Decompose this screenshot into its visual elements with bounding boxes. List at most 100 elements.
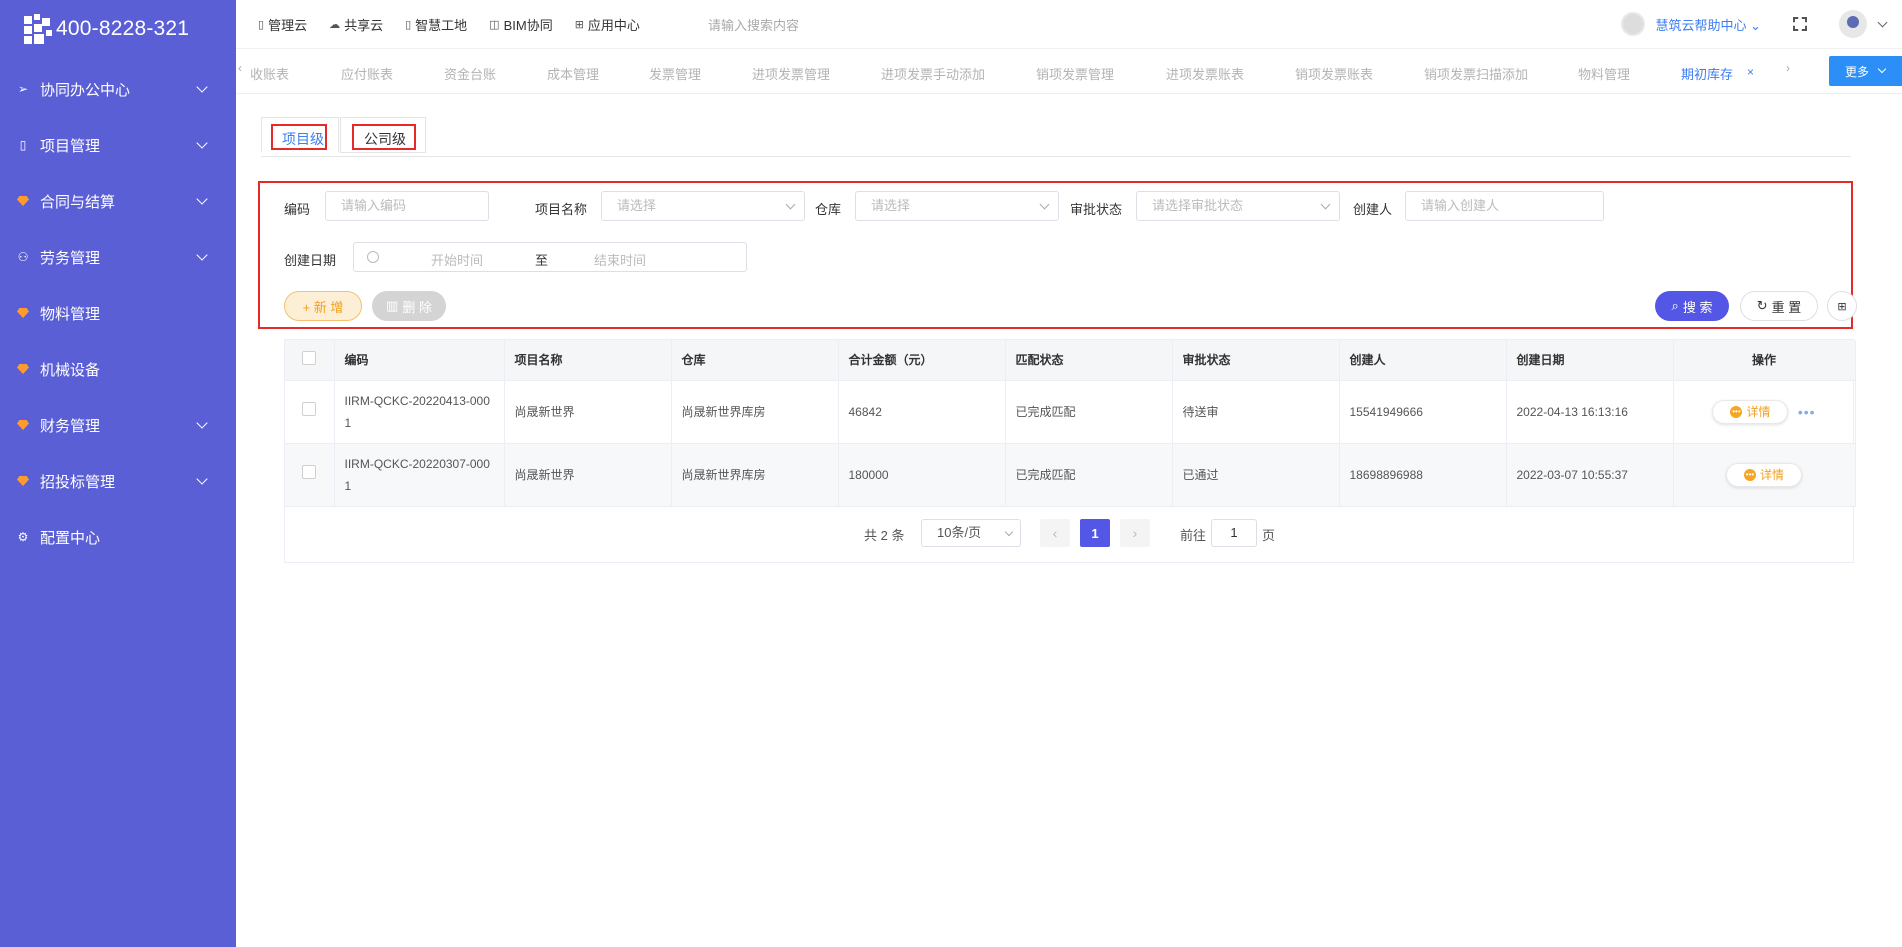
tab-company-level[interactable]: 公司级 xyxy=(340,117,426,153)
sidebar-item-label: 财务管理 xyxy=(40,417,101,435)
tab-output-invoice-scan[interactable]: 销项发票扫描添加 xyxy=(1424,64,1528,83)
sidebar-item-contract[interactable]: 合同与结算 xyxy=(0,173,236,229)
goto-label: 前往 xyxy=(1180,528,1207,543)
tab-input-invoice-manual[interactable]: 进项发票手动添加 xyxy=(881,64,985,83)
sidebar-item-project[interactable]: ▯ 项目管理 xyxy=(0,117,236,173)
sidebar-item-labor[interactable]: ⚇ 劳务管理 xyxy=(0,229,236,285)
tab-output-invoice[interactable]: 销项发票管理 xyxy=(1036,64,1114,83)
project-select-placeholder: 请选择 xyxy=(617,198,657,213)
tab-opening-stock[interactable]: 期初库存 xyxy=(1681,64,1733,83)
send-icon: ➢ xyxy=(17,82,29,96)
logo[interactable]: 400-8228-321 xyxy=(0,0,236,58)
more-button[interactable]: 更多 xyxy=(1829,56,1902,86)
cube-icon: ◫ xyxy=(489,18,500,31)
code-input[interactable]: 请输入编码 xyxy=(325,191,489,221)
fullscreen-icon[interactable] xyxy=(1793,17,1807,31)
tab-cost[interactable]: 成本管理 xyxy=(547,64,599,83)
detail-button[interactable]: ••• 详情 xyxy=(1726,462,1802,487)
tab-output-invoice-ledger[interactable]: 销项发票账表 xyxy=(1295,64,1373,83)
clock-icon xyxy=(367,251,379,263)
tab-project-level[interactable]: 项目级 xyxy=(261,117,339,153)
tab-payables[interactable]: 应付账表 xyxy=(341,64,393,83)
current-page[interactable]: 1 xyxy=(1080,519,1110,547)
tab-material[interactable]: 物料管理 xyxy=(1578,64,1630,83)
tab-input-invoice[interactable]: 进项发票管理 xyxy=(752,64,830,83)
project-select[interactable]: 请选择 xyxy=(601,191,805,221)
trash-icon: ▥ xyxy=(386,298,399,313)
cell-project: 尚晟新世界 xyxy=(504,380,672,444)
gem-icon xyxy=(16,418,30,432)
document-icon: ▯ xyxy=(258,18,265,31)
sidebar-item-config[interactable]: ⚙ 配置中心 xyxy=(0,509,236,565)
tab-funds[interactable]: 资金台账 xyxy=(444,64,496,83)
tab-invoice[interactable]: 发票管理 xyxy=(649,64,701,83)
search-label: 搜 索 xyxy=(1682,299,1713,315)
sidebar-item-machinery[interactable]: 机械设备 xyxy=(0,341,236,397)
avatar[interactable] xyxy=(1839,10,1867,38)
gem-icon xyxy=(16,194,30,208)
top-link-share[interactable]: ☁ 共享云 xyxy=(329,15,383,34)
add-button[interactable]: + 新 增 xyxy=(284,291,362,321)
creator-input[interactable]: 请输入创建人 xyxy=(1405,191,1604,221)
row-checkbox[interactable] xyxy=(302,464,317,479)
chevron-right-icon[interactable]: › xyxy=(1786,61,1790,75)
top-link-apps[interactable]: ⊞ 应用中心 xyxy=(575,15,640,34)
header-creator: 创建人 xyxy=(1339,340,1507,381)
column-settings-button[interactable]: ⊞ xyxy=(1827,291,1857,321)
page-size-select[interactable]: 10条/页 xyxy=(921,519,1021,547)
cell-action: ••• 详情 ••• xyxy=(1673,380,1856,444)
reset-button[interactable]: ↻ 重 置 xyxy=(1740,291,1818,321)
sidebar-item-finance[interactable]: 财务管理 xyxy=(0,397,236,453)
divider xyxy=(261,156,1851,157)
book-icon: ▯ xyxy=(405,18,412,31)
page-suffix: 页 xyxy=(1262,528,1276,543)
cell-amount: 46842 xyxy=(838,380,1006,444)
chevron-down-icon xyxy=(196,193,208,205)
pagination: 共 2 条 10条/页 ‹ 1 › 前往 1 页 xyxy=(284,515,1854,551)
top-link-management[interactable]: ▯ 管理云 xyxy=(258,15,307,34)
sidebar-item-bidding[interactable]: 招投标管理 xyxy=(0,453,236,509)
goto-page-input[interactable]: 1 xyxy=(1211,519,1257,547)
sidebar-item-office[interactable]: ➢ 协同办公中心 xyxy=(0,61,236,117)
sidebar-item-material[interactable]: 物料管理 xyxy=(0,285,236,341)
warehouse-select[interactable]: 请选择 xyxy=(855,191,1059,221)
project-label: 项目名称 xyxy=(535,202,588,217)
prev-page-button[interactable]: ‹ xyxy=(1040,519,1070,547)
search-icon: ⌕ xyxy=(1671,298,1679,313)
cell-approval: 待送审 xyxy=(1172,380,1340,444)
sidebar-item-label: 劳务管理 xyxy=(40,249,101,267)
delete-button[interactable]: ▥ 删 除 xyxy=(372,291,446,321)
chevron-left-icon[interactable]: ‹ xyxy=(238,61,242,75)
top-link-bim[interactable]: ◫ BIM协同 xyxy=(489,15,553,34)
select-all-checkbox[interactable] xyxy=(302,351,317,366)
page-size-value: 10条/页 xyxy=(937,525,982,540)
sidebar-item-label: 协同办公中心 xyxy=(40,81,131,99)
ellipsis-icon[interactable]: ••• xyxy=(1798,404,1816,420)
help-center-link[interactable]: 慧筑云帮助中心 ⌄ xyxy=(1655,15,1761,34)
warehouse-select-placeholder: 请选择 xyxy=(871,198,911,213)
sidebar-item-label: 配置中心 xyxy=(40,529,101,547)
approval-select[interactable]: 请选择审批状态 xyxy=(1136,191,1340,221)
refresh-icon: ↻ xyxy=(1756,298,1768,313)
cell-amount: 180000 xyxy=(838,443,1006,507)
chevron-down-icon[interactable] xyxy=(1877,17,1888,27)
top-link-site[interactable]: ▯ 智慧工地 xyxy=(405,15,467,34)
search-input[interactable]: 请输入搜索内容 xyxy=(708,15,799,34)
header-warehouse: 仓库 xyxy=(671,340,839,381)
table-row: IIRM-QCKC-20220413-0001 尚晟新世界 尚晟新世界库房 46… xyxy=(285,380,1856,444)
close-icon[interactable]: × xyxy=(1747,65,1754,79)
cell-match: 已完成匹配 xyxy=(1005,443,1173,507)
book-icon: ▯ xyxy=(19,138,27,152)
search-button[interactable]: ⌕ 搜 索 xyxy=(1655,291,1729,321)
row-checkbox[interactable] xyxy=(302,401,317,416)
date-range-picker[interactable]: 开始时间 至 结束时间 xyxy=(353,242,747,272)
next-page-button[interactable]: › xyxy=(1120,519,1150,547)
tab-receivables[interactable]: 收账表 xyxy=(250,64,289,83)
top-link-label: 应用中心 xyxy=(587,17,640,33)
gem-icon xyxy=(16,362,30,376)
detail-button[interactable]: ••• 详情 xyxy=(1712,399,1789,424)
tab-bar: ‹ 收账表 应付账表 资金台账 成本管理 发票管理 进项发票管理 进项发票手动添… xyxy=(236,48,1902,94)
sidebar: 400-8228-321 ➢ 协同办公中心 ▯ 项目管理 合同与结算 ⚇ 劳务管… xyxy=(0,0,236,947)
tab-input-invoice-ledger[interactable]: 进项发票账表 xyxy=(1166,64,1244,83)
filter-panel: 编码 请输入编码 项目名称 请选择 仓库 请选择 审批状态 请选择审批状态 创建… xyxy=(258,181,1857,329)
